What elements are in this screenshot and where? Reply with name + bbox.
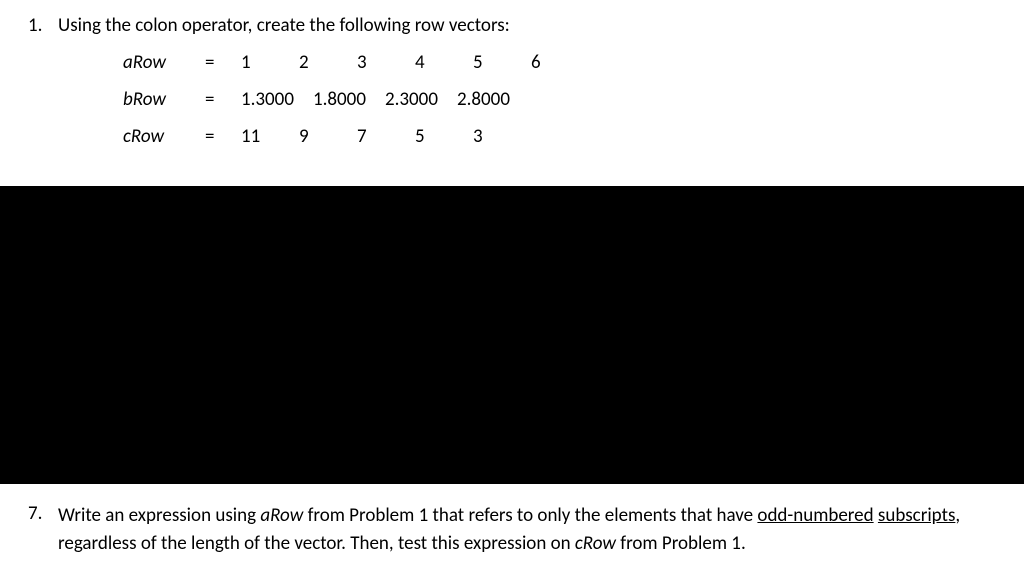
p7-crow: cRow [575, 532, 616, 555]
brow-v2: 2.3000 [385, 88, 457, 111]
problem-7-text: Write an expression using aRow from Prob… [58, 502, 996, 557]
p7-subscripts: subscripts [878, 504, 955, 527]
brow-v0: 1.3000 [241, 88, 313, 111]
arow-equals: = [205, 51, 241, 74]
arow-v1: 2 [299, 51, 357, 74]
redacted-region [0, 186, 1024, 484]
crow-v0: 11 [241, 125, 299, 148]
arow-v5: 6 [531, 51, 589, 74]
brow-values: 1.3000 1.8000 2.3000 2.8000 [241, 88, 529, 111]
arow-v3: 4 [415, 51, 473, 74]
p7-arow: aRow [260, 504, 303, 527]
p7-part3: from Problem 1 that refers to only the e… [303, 504, 757, 527]
arow-v0: 1 [241, 51, 299, 74]
problem-7-section: 7. Write an expression using aRow from P… [0, 484, 1024, 569]
crow-name: cRow [123, 125, 205, 148]
p7-odd: odd-numbered [757, 504, 873, 527]
crow-v4: 3 [473, 125, 531, 148]
brow-v1: 1.8000 [313, 88, 385, 111]
crow-v1: 9 [299, 125, 357, 148]
arow-line: aRow = 1 2 3 4 5 6 [28, 51, 996, 74]
crow-line: cRow = 11 9 7 5 3 [28, 125, 996, 148]
problem-1-section: 1. Using the colon operator, create the … [0, 0, 1024, 180]
p7-part1: Write an expression using [58, 504, 260, 527]
arow-v4: 5 [473, 51, 531, 74]
brow-name: bRow [123, 88, 205, 111]
crow-v3: 5 [415, 125, 473, 148]
brow-line: bRow = 1.3000 1.8000 2.3000 2.8000 [28, 88, 996, 111]
crow-v2: 7 [357, 125, 415, 148]
problem-1-text: Using the colon operator, create the fol… [58, 14, 996, 37]
arow-v2: 3 [357, 51, 415, 74]
crow-values: 11 9 7 5 3 [241, 125, 531, 148]
problem-1-header: 1. Using the colon operator, create the … [28, 14, 996, 37]
brow-equals: = [205, 88, 241, 111]
problem-1-number: 1. [28, 14, 58, 37]
arow-values: 1 2 3 4 5 6 [241, 51, 589, 74]
p7-part8: from Problem 1. [616, 532, 746, 555]
arow-name: aRow [123, 51, 205, 74]
problem-7-header: 7. Write an expression using aRow from P… [28, 502, 996, 557]
problem-7-number: 7. [28, 502, 58, 525]
brow-v3: 2.8000 [457, 88, 529, 111]
crow-equals: = [205, 125, 241, 148]
